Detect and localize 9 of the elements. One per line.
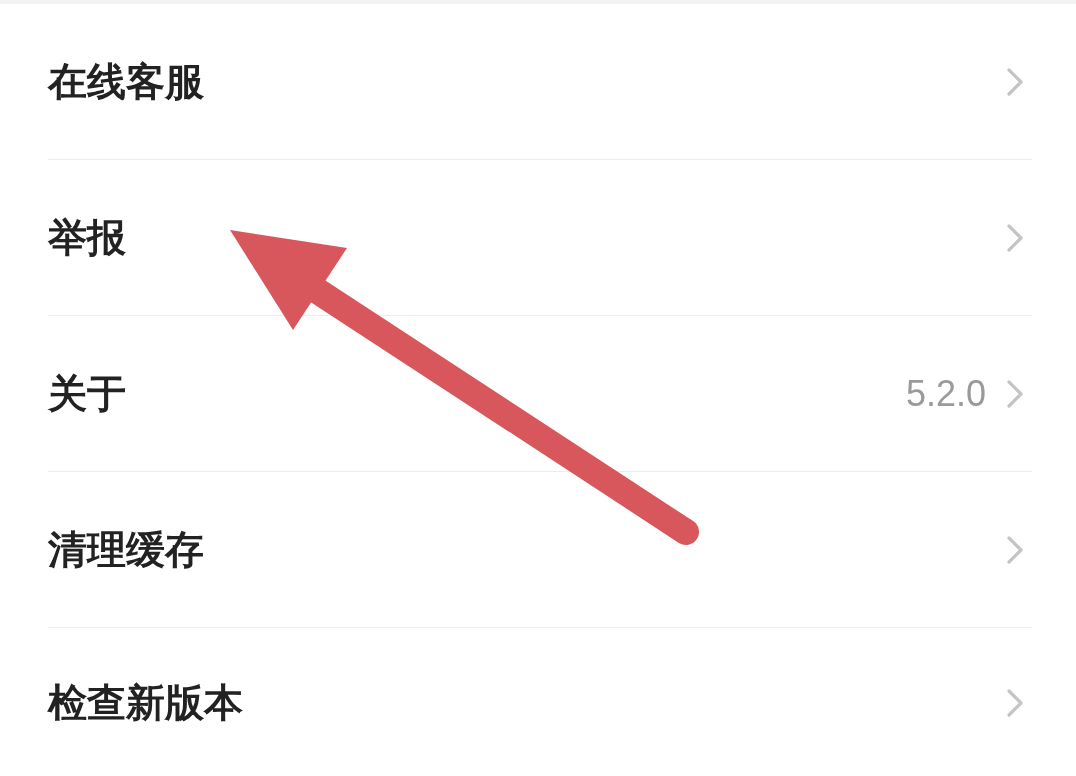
menu-item[interactable]: 在线客服 [48,4,1032,160]
version-text: 5.2.0 [905,372,986,415]
chevron-right-icon [1006,378,1024,409]
chevron-right-icon [1006,66,1024,97]
chevron-right-icon [1006,222,1024,253]
menu-item[interactable]: 检查新版本 [48,628,1032,776]
chevron-right-icon [1006,688,1024,718]
menu-item[interactable]: 清理缓存 [48,472,1032,628]
chevron-right-icon [1006,534,1024,565]
